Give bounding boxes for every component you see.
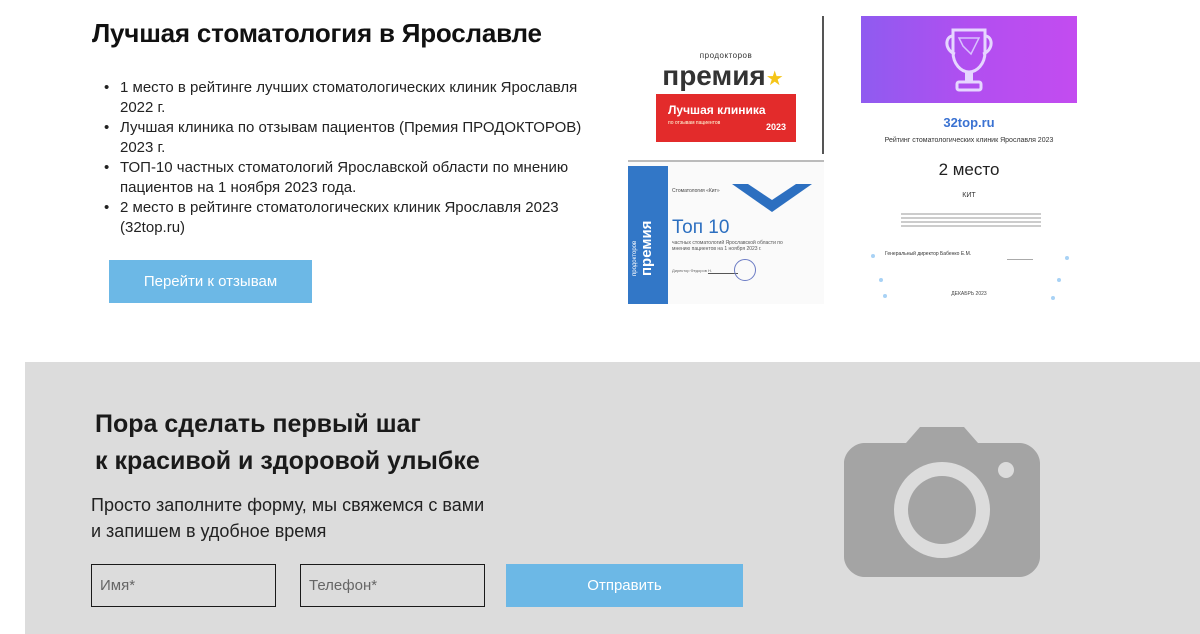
star-icon: ★	[765, 68, 784, 90]
award-banner	[861, 16, 1077, 103]
go-to-reviews-button[interactable]: Перейти к отзывам	[109, 260, 312, 303]
award-fine-print	[901, 213, 1041, 229]
award-side-band: продокторов премия	[628, 166, 668, 304]
award-brand-text: премия	[662, 60, 766, 91]
decor-dot	[1051, 296, 1055, 300]
award-clinic: Стоматология «Кит»	[672, 188, 720, 194]
award-rating-title: Рейтинг стоматологических клиник Ярослав…	[884, 137, 1054, 144]
stamp-icon	[734, 259, 756, 281]
decor-dot	[883, 294, 887, 298]
trophy-icon	[945, 28, 993, 92]
award-place: 2 место	[938, 160, 1000, 179]
achievement-item: Лучшая клиника по отзывам пациентов (Пре…	[104, 118, 590, 158]
award-director: Генеральный директор Бабенко Е.М.	[885, 251, 972, 257]
achievement-item: 1 место в рейтинге лучших стоматологичес…	[104, 78, 590, 118]
decor-dot	[1065, 256, 1069, 260]
award-director: Директор Федоров Н.	[672, 268, 712, 273]
award-brand-big: премия★	[628, 60, 818, 92]
award-subtitle: частных стоматологий Ярославской области…	[672, 240, 783, 252]
award-badge: Лучшая клиника по отзывам пациентов 2023	[656, 94, 796, 142]
form-title-line2: к красивой и здоровой улыбке	[95, 447, 480, 475]
achievements-list: 1 место в рейтинге лучших стоматологичес…	[104, 78, 590, 238]
page-title: Лучшая стоматология в Ярославле	[92, 18, 542, 48]
achievement-item: ТОП-10 частных стоматологий Ярославской …	[104, 158, 590, 198]
form-title-line1: Пора сделать первый шаг	[95, 410, 421, 438]
award-title: Топ 10	[672, 217, 730, 238]
award-brand-small: продокторов	[699, 51, 753, 60]
form-subtitle: Просто заполните форму, мы свяжемся с ва…	[91, 495, 485, 541]
award-badge-subtitle: по отзывам пациентов	[668, 120, 721, 126]
image-edge	[628, 160, 824, 162]
decor-dot	[1057, 278, 1061, 282]
contact-form-section: Пора сделать первый шаг к красивой и здо…	[25, 362, 1200, 634]
award-prodoctorov-image: продокторов премия★ Лучшая клиника по от…	[628, 16, 824, 154]
name-input[interactable]	[91, 564, 276, 607]
award-badge-title: Лучшая клиника	[668, 103, 766, 117]
award-badge-year: 2023	[765, 122, 786, 132]
submit-button[interactable]: Отправить	[506, 564, 743, 607]
phone-input[interactable]	[300, 564, 485, 607]
decor-dot	[879, 278, 883, 282]
award-32top-image: 32top.ru Рейтинг стоматологических клини…	[861, 16, 1077, 304]
award-vertical-brand: продокторов премия	[632, 221, 655, 276]
signature-icon	[1007, 242, 1033, 260]
top-section: Лучшая стоматология в Ярославле 1 место …	[0, 0, 1200, 362]
award-clinic: КИТ	[962, 192, 976, 199]
image-edge	[822, 16, 824, 154]
award-vertical-big: премия	[638, 220, 655, 276]
ribbon-inner	[748, 184, 796, 200]
award-top10-image: продокторов премия Стоматология «Кит» То…	[628, 160, 824, 304]
form-title: Пора сделать первый шаг к красивой и здо…	[95, 406, 480, 480]
award-site: 32top.ru	[943, 115, 995, 130]
camera-icon	[844, 427, 1040, 577]
achievement-item: 2 место в рейтинге стоматологических кли…	[104, 198, 590, 238]
award-date: ДЕКАБРЬ 2023	[951, 291, 987, 297]
decor-dot	[871, 254, 875, 258]
